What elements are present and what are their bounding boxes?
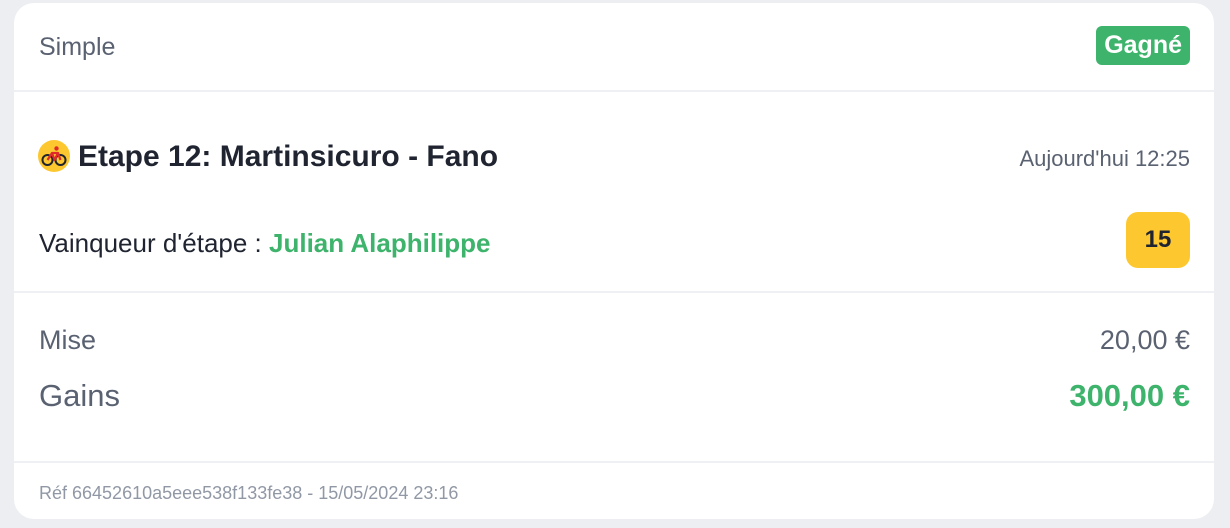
header-divider	[14, 90, 1214, 92]
odds-badge: 15	[1126, 212, 1190, 268]
market-label: Vainqueur d'étape :	[39, 228, 262, 258]
bet-type-label: Simple	[39, 33, 116, 61]
selection-value: Julian Alaphilippe	[269, 228, 491, 258]
gains-label: Gains	[39, 378, 120, 413]
cycling-icon	[38, 140, 70, 172]
event-time: Aujourd'hui 12:25	[1019, 146, 1190, 171]
status-badge: Gagné	[1096, 26, 1190, 65]
stake-value: 20,00 €	[1099, 325, 1190, 355]
gains-value: 300,00 €	[1069, 378, 1190, 413]
footer-divider	[14, 461, 1214, 463]
selection-line: Vainqueur d'étape : Julian Alaphilippe	[39, 228, 491, 259]
selection-divider	[14, 291, 1214, 293]
bet-card: Simple Gagné Etape 12: Martinsicuro - Fa…	[14, 3, 1214, 519]
event-title: Etape 12: Martinsicuro - Fano	[78, 140, 499, 173]
bet-reference: Réf 66452610a5eee538f133fe38 - 15/05/202…	[39, 483, 459, 503]
stake-label: Mise	[39, 325, 97, 355]
